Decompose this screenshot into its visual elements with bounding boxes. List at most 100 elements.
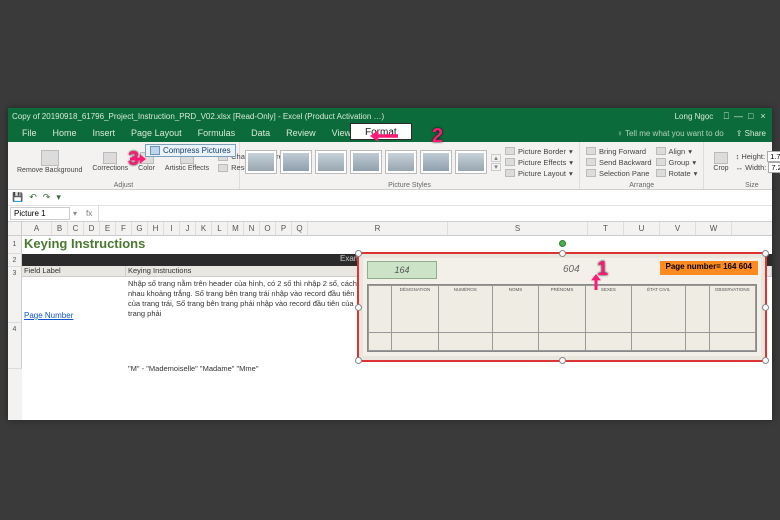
minimize-icon[interactable]: — (734, 111, 744, 121)
rotate-button[interactable]: Rotate ▾ (656, 168, 698, 179)
tell-me-search[interactable]: ♀ Tell me what you want to do (617, 129, 730, 138)
close-icon[interactable]: × (758, 111, 768, 121)
col-header[interactable]: R (308, 222, 448, 235)
col-header[interactable]: F (116, 222, 132, 235)
picture-style-preset[interactable] (316, 151, 346, 173)
column-headers[interactable]: A B C D E F G H I J K L M N O P Q R S T … (8, 222, 772, 236)
picture-border-button[interactable]: Picture Border ▾ (505, 146, 573, 157)
ribbon-options-icon[interactable]: ⎕ (721, 111, 731, 122)
compress-icon (150, 146, 160, 155)
col-header[interactable]: B (52, 222, 68, 235)
resize-handle[interactable] (355, 250, 362, 257)
picture-layout-button[interactable]: Picture Layout ▾ (505, 168, 573, 179)
group-label-picture-styles: Picture Styles (246, 181, 573, 189)
col-header[interactable]: K (196, 222, 212, 235)
col-header[interactable]: N (244, 222, 260, 235)
col-header[interactable]: V (660, 222, 696, 235)
col-header[interactable]: U (624, 222, 660, 235)
select-all-corner[interactable] (8, 222, 22, 235)
undo-icon[interactable]: ↶ (29, 192, 37, 203)
picture-style-preset[interactable] (456, 151, 486, 173)
bring-forward-button[interactable]: Bring Forward (586, 146, 652, 157)
compress-pictures-button[interactable]: Compress Pictures (145, 144, 236, 157)
height-field[interactable]: ↕Height: (736, 151, 780, 162)
col-header[interactable]: E (100, 222, 116, 235)
name-box-dropdown-icon[interactable]: ▾ (70, 209, 80, 218)
picture-effects-button[interactable]: Picture Effects ▾ (505, 157, 573, 168)
tab-review[interactable]: Review (278, 126, 324, 140)
rotate-handle[interactable] (559, 240, 566, 247)
row-header[interactable]: 1 (8, 236, 22, 254)
ribbon-group-size: Crop ↕Height: ↔Width: Size (704, 142, 780, 189)
cells-area[interactable]: Keying Instructions Example Field Label … (22, 236, 772, 420)
selected-picture[interactable]: 164 604 Page number= 164 604 DÉSIGNATION… (357, 252, 767, 362)
resize-handle[interactable] (559, 250, 566, 257)
group-button[interactable]: Group ▾ (656, 157, 698, 168)
col-header[interactable]: S (448, 222, 588, 235)
col-header[interactable]: A (22, 222, 52, 235)
picture-style-preset[interactable] (351, 151, 381, 173)
picture-style-preset[interactable] (386, 151, 416, 173)
col-header[interactable]: O (260, 222, 276, 235)
selection-pane-button[interactable]: Selection Pane (586, 168, 652, 179)
tab-file[interactable]: File (14, 126, 45, 140)
picture-styles-gallery[interactable]: ▴▾ (246, 151, 501, 173)
tab-home[interactable]: Home (45, 126, 85, 140)
excel-window: Copy of 20190918_61796_Project_Instructi… (8, 108, 772, 420)
corrections-button[interactable]: Corrections (89, 151, 131, 173)
redo-icon[interactable]: ↷ (43, 192, 51, 203)
page-number-link[interactable]: Page Number (24, 311, 73, 320)
col-header[interactable]: H (148, 222, 164, 235)
remove-background-button[interactable]: Remove Background (14, 149, 85, 175)
ribbon-group-picture-styles: ▴▾ Picture Border ▾ Picture Effects ▾ Pi… (240, 142, 580, 189)
tab-insert[interactable]: Insert (85, 126, 124, 140)
quick-access-toolbar: 💾 ↶ ↷ ▾ (8, 190, 772, 206)
align-button[interactable]: Align ▾ (656, 146, 698, 157)
col-header[interactable]: I (164, 222, 180, 235)
maximize-icon[interactable]: □ (746, 111, 756, 121)
resize-handle[interactable] (762, 357, 769, 364)
col-header[interactable]: C (68, 222, 84, 235)
resize-handle[interactable] (355, 357, 362, 364)
resize-handle[interactable] (559, 357, 566, 364)
col-header[interactable]: L (212, 222, 228, 235)
resize-handle[interactable] (355, 304, 362, 311)
picture-style-preset[interactable] (281, 151, 311, 173)
col-header[interactable]: Q (292, 222, 308, 235)
window-title: Copy of 20190918_61796_Project_Instructi… (12, 112, 384, 121)
scan-page-left: 164 (367, 261, 437, 279)
qat-more-icon[interactable]: ▾ (56, 192, 61, 203)
save-icon[interactable]: 💾 (12, 192, 23, 203)
instruction-text: Nhập số trang nằm trên header của hình, … (128, 279, 358, 319)
col-header[interactable]: W (696, 222, 732, 235)
picture-style-preset[interactable] (246, 151, 276, 173)
col-header[interactable]: D (84, 222, 100, 235)
name-box[interactable] (10, 207, 70, 220)
picture-style-preset[interactable] (421, 151, 451, 173)
tab-page-layout[interactable]: Page Layout (123, 126, 190, 140)
share-button[interactable]: ⇪ Share (730, 129, 772, 138)
col-header[interactable]: G (132, 222, 148, 235)
row-header[interactable]: 3 (8, 267, 22, 323)
resize-handle[interactable] (762, 304, 769, 311)
col-header[interactable]: P (276, 222, 292, 235)
ribbon-group-arrange: Bring Forward Send Backward Selection Pa… (580, 142, 704, 189)
ribbon: Remove Background Corrections Color Arti… (8, 142, 772, 190)
col-header[interactable]: J (180, 222, 196, 235)
formula-bar: ▾ fx (8, 206, 772, 222)
spreadsheet-grid[interactable]: 1 2 3 4 Keying Instructions Example Fiel… (8, 236, 772, 420)
formula-input[interactable] (98, 206, 772, 221)
col-header[interactable]: T (588, 222, 624, 235)
row-headers[interactable]: 1 2 3 4 (8, 236, 22, 420)
row-header[interactable]: 2 (8, 254, 22, 267)
send-backward-button[interactable]: Send Backward (586, 157, 652, 168)
tab-data[interactable]: Data (243, 126, 278, 140)
width-field[interactable]: ↔Width: (736, 162, 780, 173)
col-header[interactable]: M (228, 222, 244, 235)
fx-icon[interactable]: fx (80, 209, 98, 218)
tab-formulas[interactable]: Formulas (190, 126, 244, 140)
resize-handle[interactable] (762, 250, 769, 257)
row-header[interactable]: 4 (8, 323, 22, 369)
crop-button[interactable]: Crop (710, 151, 731, 173)
gallery-scroll[interactable]: ▴▾ (491, 154, 501, 171)
